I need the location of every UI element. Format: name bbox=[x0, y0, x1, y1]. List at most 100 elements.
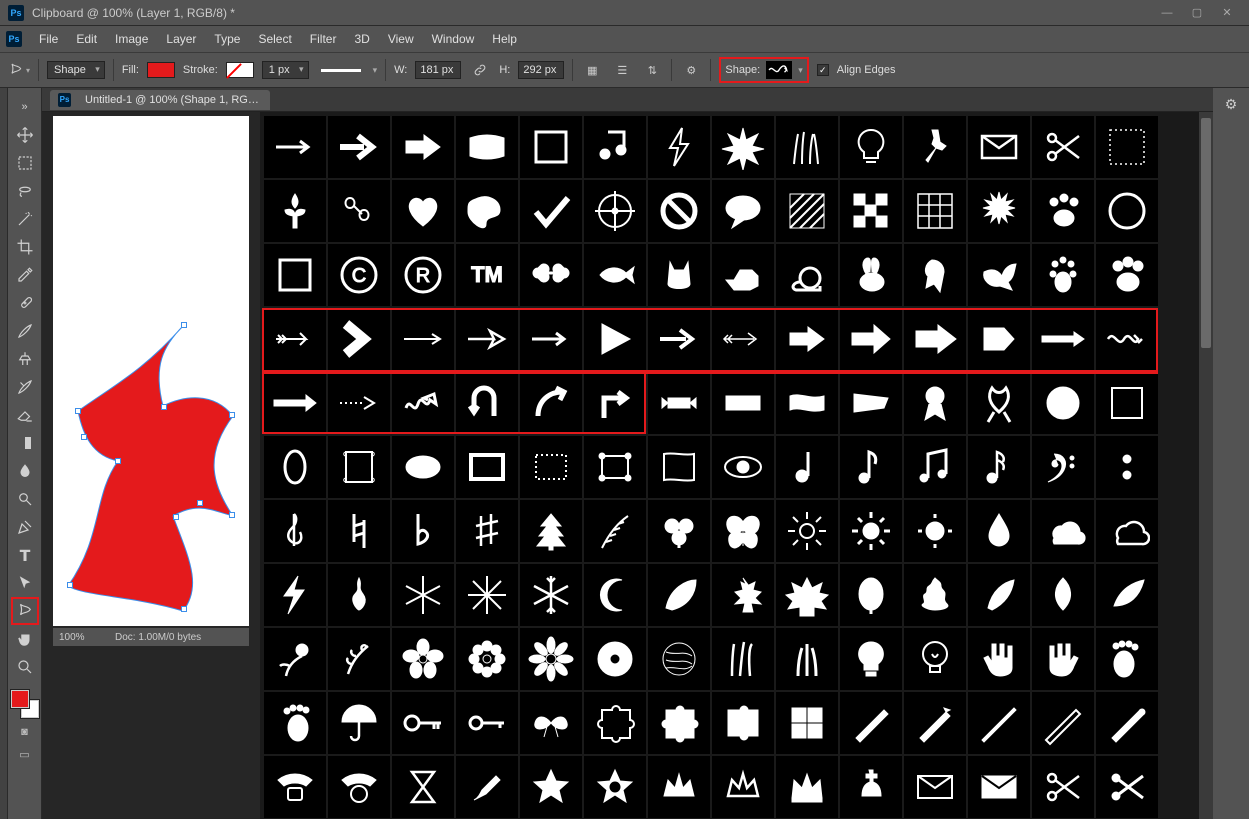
shape-crown-3[interactable] bbox=[776, 756, 838, 818]
expand-tool[interactable]: » bbox=[12, 94, 38, 120]
shape-squiggle-arrow[interactable] bbox=[392, 372, 454, 434]
shape-cat[interactable] bbox=[648, 244, 710, 306]
zoom-tool[interactable] bbox=[12, 654, 38, 680]
marquee-tool[interactable] bbox=[12, 150, 38, 176]
shape-flat[interactable] bbox=[392, 500, 454, 562]
shape-music-eighth[interactable] bbox=[840, 436, 902, 498]
shape-chevron-big[interactable] bbox=[328, 308, 390, 370]
brush-tool[interactable] bbox=[12, 318, 38, 344]
shape-pushpin[interactable] bbox=[904, 116, 966, 178]
shape-hourglass[interactable] bbox=[392, 756, 454, 818]
shape-snowflake-1[interactable] bbox=[392, 564, 454, 626]
shape-raindrop[interactable] bbox=[968, 500, 1030, 562]
shape-seal[interactable] bbox=[1032, 372, 1094, 434]
shape-pencil-5[interactable] bbox=[1096, 692, 1158, 754]
shape-frame-thin[interactable] bbox=[1096, 372, 1158, 434]
shape-arrow-squiggle[interactable] bbox=[1096, 308, 1158, 370]
menu-edit[interactable]: Edit bbox=[67, 28, 106, 50]
drawn-shape[interactable] bbox=[63, 316, 243, 616]
shape-maple-1[interactable] bbox=[712, 564, 774, 626]
shape-scissors-3[interactable] bbox=[1096, 756, 1158, 818]
shape-music-stem[interactable] bbox=[776, 436, 838, 498]
maximize-button[interactable]: ▢ bbox=[1183, 3, 1211, 23]
shape-clover[interactable] bbox=[648, 500, 710, 562]
gradient-tool[interactable] bbox=[12, 430, 38, 456]
shape-foot-left[interactable] bbox=[1096, 628, 1158, 690]
align-edges-checkbox[interactable]: ✓ bbox=[817, 64, 829, 76]
shape-leaf-4[interactable] bbox=[1032, 564, 1094, 626]
shape-chess-king[interactable] bbox=[840, 756, 902, 818]
wand-tool[interactable] bbox=[12, 206, 38, 232]
shape-checkmark[interactable] bbox=[520, 180, 582, 242]
pen-tool[interactable] bbox=[12, 514, 38, 540]
shape-arrow-feather[interactable] bbox=[264, 308, 326, 370]
shape-hand-right[interactable] bbox=[1032, 628, 1094, 690]
shape-arrow-basic[interactable] bbox=[520, 308, 582, 370]
shape-ornament[interactable] bbox=[328, 180, 390, 242]
shape-preview-thumb[interactable] bbox=[766, 61, 792, 79]
shape-heart[interactable] bbox=[392, 180, 454, 242]
shape-arrow-block-wide[interactable] bbox=[904, 308, 966, 370]
shape-speech-bubble[interactable] bbox=[712, 180, 774, 242]
shape-arrow-thick-long[interactable] bbox=[264, 372, 326, 434]
shape-arrow-thin-long[interactable] bbox=[392, 308, 454, 370]
blur-tool[interactable] bbox=[12, 458, 38, 484]
shape-flag-angled[interactable] bbox=[840, 372, 902, 434]
shape-natural[interactable] bbox=[328, 500, 390, 562]
close-button[interactable]: ✕ bbox=[1213, 3, 1241, 23]
hand-tool[interactable] bbox=[12, 626, 38, 652]
shape-music-beamed[interactable] bbox=[904, 436, 966, 498]
shape-puzzle-1[interactable] bbox=[584, 692, 646, 754]
stroke-width-dropdown[interactable]: 1 px bbox=[262, 61, 309, 79]
shape-sun-simple[interactable] bbox=[904, 500, 966, 562]
shape-arrow-block-right[interactable] bbox=[776, 308, 838, 370]
shape-maple-2[interactable] bbox=[776, 564, 838, 626]
path-arrange-icon[interactable]: ☰ bbox=[611, 59, 633, 81]
shape-leaf-3[interactable] bbox=[968, 564, 1030, 626]
shape-envelope[interactable] bbox=[968, 116, 1030, 178]
shape-pencil-4[interactable] bbox=[1032, 692, 1094, 754]
menu-view[interactable]: View bbox=[379, 28, 423, 50]
shape-fern[interactable] bbox=[584, 500, 646, 562]
shape-banner-wave[interactable] bbox=[456, 116, 518, 178]
menu-type[interactable]: Type bbox=[205, 28, 249, 50]
shape-snowflake-3[interactable] bbox=[520, 564, 582, 626]
shape-sharp[interactable] bbox=[456, 500, 518, 562]
shape-burst-12[interactable] bbox=[968, 180, 1030, 242]
shape-phone-rotary[interactable] bbox=[328, 756, 390, 818]
shape-ribbon-banner[interactable] bbox=[648, 372, 710, 434]
tool-preset-icon[interactable]: ▾ bbox=[8, 59, 30, 81]
shape-fish[interactable] bbox=[584, 244, 646, 306]
shape-circle-outline[interactable] bbox=[1096, 180, 1158, 242]
shape-puzzle-cluster[interactable] bbox=[776, 692, 838, 754]
shape-mode-dropdown[interactable]: Shape bbox=[47, 61, 105, 79]
shape-envelope-3[interactable] bbox=[968, 756, 1030, 818]
crop-tool[interactable] bbox=[12, 234, 38, 260]
fg-color-swatch[interactable] bbox=[11, 690, 29, 708]
shape-flower-stem[interactable] bbox=[264, 628, 326, 690]
shapes-scrollbar[interactable] bbox=[1199, 112, 1213, 819]
shape-arrow-pointer[interactable] bbox=[840, 308, 902, 370]
shape-bow[interactable] bbox=[520, 692, 582, 754]
healing-tool[interactable] bbox=[12, 290, 38, 316]
shape-flag-wave[interactable] bbox=[776, 372, 838, 434]
shape-butterfly[interactable] bbox=[712, 500, 774, 562]
stroke-swatch[interactable] bbox=[226, 62, 254, 78]
shape-oval-frame[interactable] bbox=[264, 436, 326, 498]
shape-bulb-outline[interactable] bbox=[840, 116, 902, 178]
shape-envelope-2[interactable] bbox=[904, 756, 966, 818]
shape-pawprint[interactable] bbox=[1096, 244, 1158, 306]
shape-curve-right[interactable] bbox=[520, 372, 582, 434]
shape-blob[interactable] bbox=[456, 180, 518, 242]
shape-hand-left[interactable] bbox=[968, 628, 1030, 690]
shape-umbrella[interactable] bbox=[328, 692, 390, 754]
quickmask-icon[interactable]: ◙ bbox=[15, 724, 35, 740]
shape-eye[interactable] bbox=[712, 436, 774, 498]
shape-ribbon-loop[interactable] bbox=[968, 372, 1030, 434]
shape-flame[interactable] bbox=[328, 564, 390, 626]
shape-music-sixteenth[interactable] bbox=[968, 436, 1030, 498]
shape-stamp-rect[interactable] bbox=[520, 436, 582, 498]
shape-leaf-solid[interactable] bbox=[648, 564, 710, 626]
shape-arrow-sharp[interactable] bbox=[456, 308, 518, 370]
scrollbar-thumb[interactable] bbox=[1201, 118, 1211, 348]
